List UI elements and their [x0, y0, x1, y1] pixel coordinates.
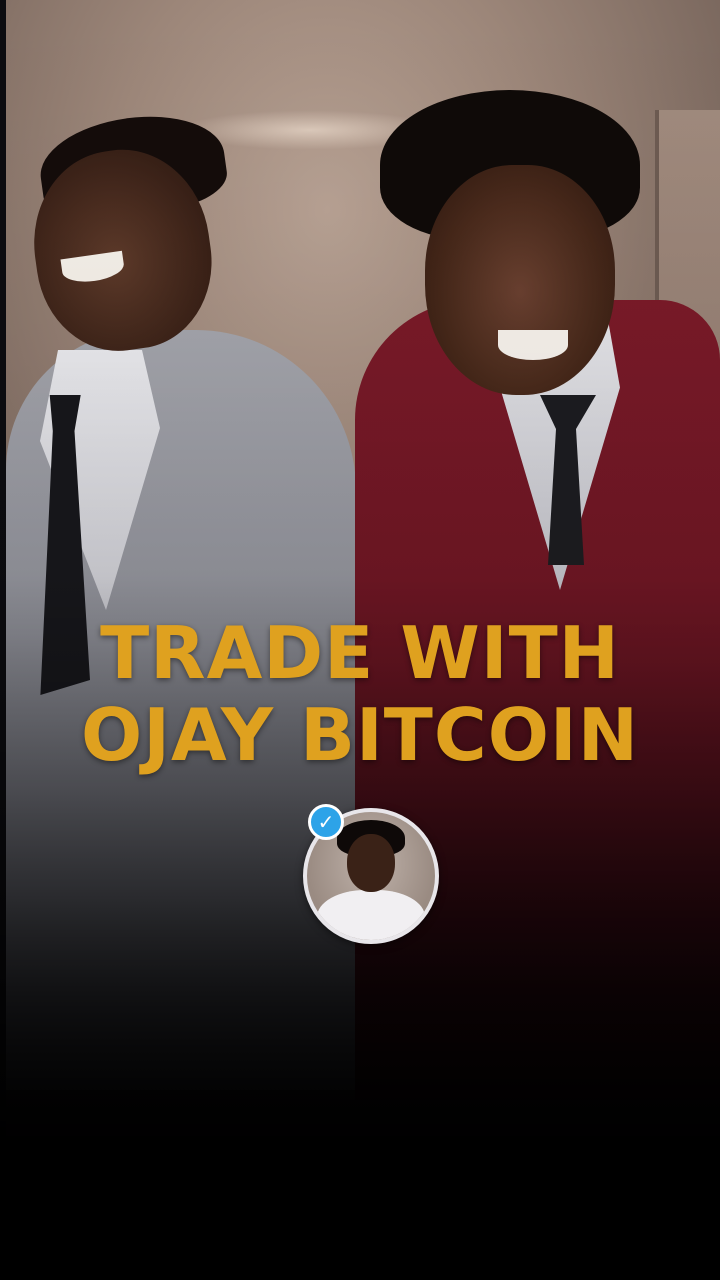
avatar-body [317, 890, 425, 940]
verified-check-icon: ✓ [308, 804, 344, 840]
headline-line-1: TRADE WITH [100, 611, 620, 695]
promo-headline: TRADE WITH OJAY BITCOIN [0, 612, 720, 776]
video-frame: TRADE WITH OJAY BITCOIN ✓ [0, 0, 720, 1280]
headline-line-2: OJAY BITCOIN [81, 693, 639, 777]
avatar-head [347, 834, 395, 892]
